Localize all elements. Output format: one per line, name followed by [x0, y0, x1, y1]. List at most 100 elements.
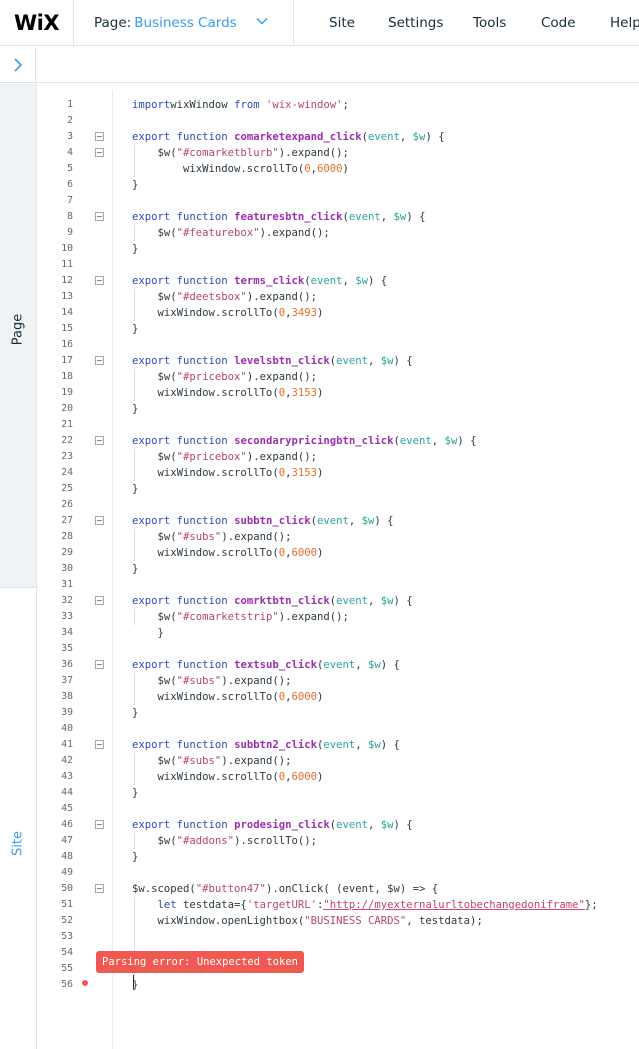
fold-toggle-icon[interactable]: [95, 884, 104, 893]
code-text: importwixWindow from 'wix-window';: [132, 97, 349, 113]
code-token: "#addons": [176, 835, 235, 847]
indent-guide: [134, 225, 135, 241]
code-line[interactable]: 24 wixWindow.scrollTo(0,3153): [37, 465, 639, 481]
fold-toggle-icon[interactable]: [95, 596, 104, 605]
code-text: }: [132, 177, 138, 193]
code-line[interactable]: 2: [37, 113, 639, 129]
error-marker-icon[interactable]: [82, 980, 88, 986]
code-token: terms_click: [234, 275, 305, 287]
fold-toggle-icon[interactable]: [95, 820, 104, 829]
code-token: ).expand();: [259, 227, 330, 239]
page-selector[interactable]: Page: Business Cards: [74, 0, 294, 46]
fold-toggle-icon[interactable]: [95, 660, 104, 669]
fold-toggle-icon[interactable]: [95, 148, 104, 157]
code-line[interactable]: 29 wixWindow.scrollTo(0,6000): [37, 545, 639, 561]
code-line[interactable]: 38 wixWindow.scrollTo(0,6000): [37, 689, 639, 705]
tab-page[interactable]: Page: [0, 84, 36, 588]
fold-toggle-icon[interactable]: [95, 212, 104, 221]
code-line[interactable]: 43 wixWindow.scrollTo(0,6000): [37, 769, 639, 785]
code-line[interactable]: 12 export function terms_click(event, $w)…: [37, 273, 639, 289]
code-line[interactable]: 8 export function featuresbtn_click(event…: [37, 209, 639, 225]
code-line[interactable]: 25}: [37, 481, 639, 497]
code-line[interactable]: 41 export function subbtn2_click(event, $…: [37, 737, 639, 753]
code-line[interactable]: 47 $w("#addons").scrollTo();: [37, 833, 639, 849]
code-line[interactable]: 53: [37, 929, 639, 945]
code-line[interactable]: 37 $w("#subs").expand();: [37, 673, 639, 689]
indent-guide: [134, 369, 135, 401]
code-line[interactable]: 20}: [37, 401, 639, 417]
code-line[interactable]: 3 export function comarketexpand_click(ev…: [37, 129, 639, 145]
code-line[interactable]: 16: [37, 337, 639, 353]
code-line[interactable]: 10}: [37, 241, 639, 257]
line-number: 22: [61, 435, 73, 446]
code-text: export function subbtn2_click(event, $w)…: [132, 737, 400, 753]
code-line[interactable]: 33 $w("#comarketstrip").expand();: [37, 609, 639, 625]
code-line[interactable]: 11: [37, 257, 639, 273]
line-number: 24: [61, 467, 73, 478]
fold-toggle-icon[interactable]: [95, 276, 104, 285]
code-line[interactable]: 13 $w("#deetsbox").expand();: [37, 289, 639, 305]
code-line[interactable]: 22 export function secondarypricingbtn_cl…: [37, 433, 639, 449]
code-text: export function comrktbtn_click(event, $…: [132, 593, 413, 609]
code-line[interactable]: 40: [37, 721, 639, 737]
fold-toggle-icon[interactable]: [95, 132, 104, 141]
menu-site[interactable]: Site: [329, 0, 355, 46]
expand-panel-button[interactable]: [0, 47, 36, 83]
menu-settings[interactable]: Settings: [388, 0, 443, 46]
code-line[interactable]: 44}: [37, 785, 639, 801]
code-editor[interactable]: 1 importwixWindow from 'wix-window'; 2 3 exp…: [37, 84, 639, 1049]
code-text: export function textsub_click(event, $w)…: [132, 657, 400, 673]
code-line[interactable]: 15}: [37, 321, 639, 337]
code-line[interactable]: 35: [37, 641, 639, 657]
code-line[interactable]: 32 export function comrktbtn_click(event,…: [37, 593, 639, 609]
menu-help[interactable]: Help: [610, 0, 639, 46]
code-line[interactable]: 4 $w("#comarketblurb").expand();: [37, 145, 639, 161]
code-line[interactable]: 1 importwixWindow from 'wix-window';: [37, 97, 639, 113]
fold-toggle-icon[interactable]: [95, 740, 104, 749]
code-line[interactable]: 27 export function subbtn_click(event, $w…: [37, 513, 639, 529]
line-number: 15: [61, 323, 73, 334]
code-line[interactable]: 42 $w("#subs").expand();: [37, 753, 639, 769]
code-line[interactable]: 18 $w("#pricebox").expand();: [37, 369, 639, 385]
code-line[interactable]: 9 $w("#featurebox").expand();: [37, 225, 639, 241]
code-token: }: [132, 563, 139, 575]
code-line[interactable]: 31: [37, 577, 639, 593]
indent-guide: [134, 529, 135, 561]
menu-code[interactable]: Code: [541, 0, 576, 46]
code-line[interactable]: 50 $w.scoped("#button47").onClick( (event…: [37, 881, 639, 897]
code-line[interactable]: 34 }: [37, 625, 639, 641]
fold-toggle-icon[interactable]: [95, 516, 104, 525]
code-token: 6000: [291, 547, 317, 559]
code-line[interactable]: 48}: [37, 849, 639, 865]
code-line[interactable]: 36 export function textsub_click(event, $…: [37, 657, 639, 673]
code-line[interactable]: 56}: [37, 977, 639, 993]
code-token: "#subs": [176, 675, 222, 687]
code-line[interactable]: 21: [37, 417, 639, 433]
code-text: $w.scoped("#button47").onClick( (event, …: [132, 881, 438, 897]
code-line[interactable]: 52 wixWindow.openLightbox("BUSINESS CARD…: [37, 913, 639, 929]
code-line[interactable]: 45: [37, 801, 639, 817]
code-line[interactable]: 28 $w("#subs").expand();: [37, 529, 639, 545]
code-line[interactable]: 7: [37, 193, 639, 209]
code-token: export function: [132, 739, 235, 751]
fold-toggle-icon[interactable]: [95, 436, 104, 445]
line-number: 44: [61, 787, 73, 798]
wix-logo[interactable]: WiX: [0, 0, 74, 46]
code-line[interactable]: 14 wixWindow.scrollTo(0,3493): [37, 305, 639, 321]
code-line[interactable]: 39}: [37, 705, 639, 721]
code-line[interactable]: 26: [37, 497, 639, 513]
code-line[interactable]: 51 let testdata={'targetURL':"http://mye…: [37, 897, 639, 913]
code-line[interactable]: 19 wixWindow.scrollTo(0,3153): [37, 385, 639, 401]
code-line[interactable]: 23 $w("#pricebox").expand();: [37, 449, 639, 465]
tab-site[interactable]: Site: [0, 589, 36, 1049]
fold-toggle-icon[interactable]: [95, 356, 104, 365]
code-token: wixWindow.scrollTo(: [132, 387, 279, 399]
code-line[interactable]: 30}: [37, 561, 639, 577]
code-line[interactable]: 46 export function prodesign_click(event,…: [37, 817, 639, 833]
code-line[interactable]: 6}: [37, 177, 639, 193]
code-line[interactable]: 49: [37, 865, 639, 881]
code-token: from: [234, 99, 260, 111]
code-line[interactable]: 5 wixWindow.scrollTo(0,6000): [37, 161, 639, 177]
menu-tools[interactable]: Tools: [473, 0, 506, 46]
code-line[interactable]: 17 export function levelsbtn_click(event,…: [37, 353, 639, 369]
